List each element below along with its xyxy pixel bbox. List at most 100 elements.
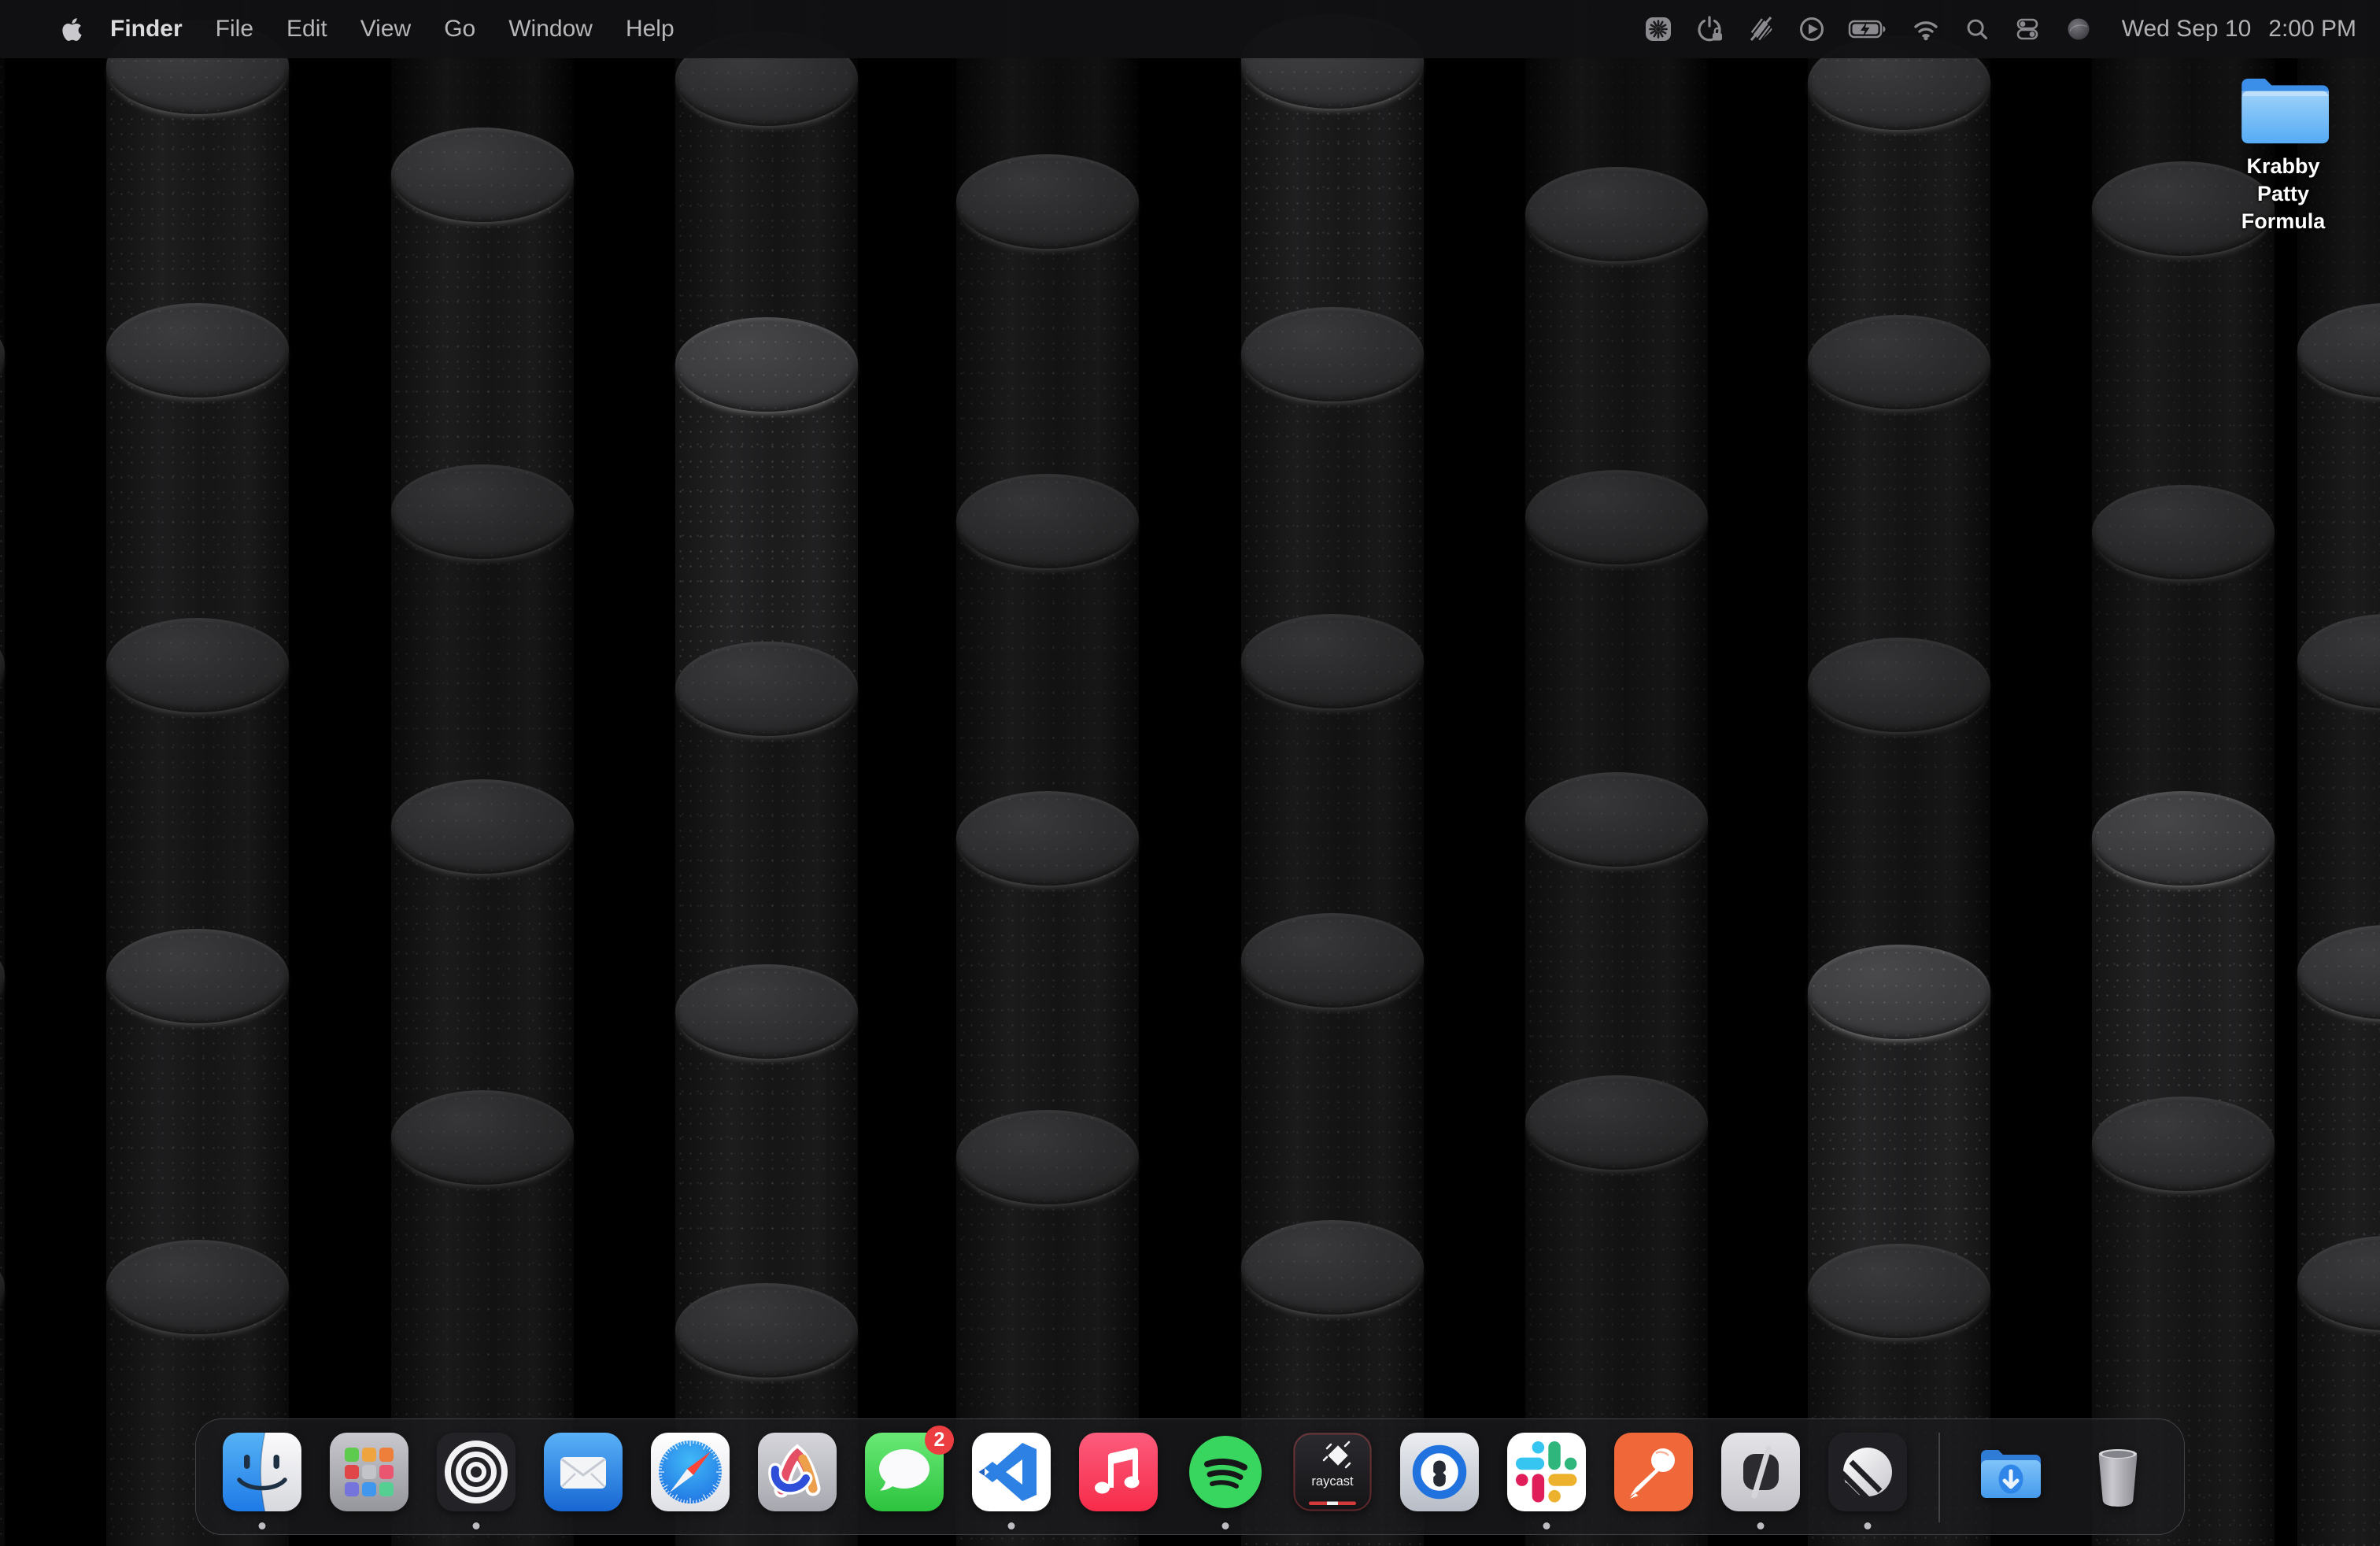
dock-item-spotify[interactable] xyxy=(1186,1433,1265,1511)
dock-item-launchpad[interactable] xyxy=(330,1433,408,1511)
cylinder-segment xyxy=(0,665,5,976)
menu-edit[interactable]: Edit xyxy=(270,16,344,43)
spotify-icon xyxy=(1186,1433,1265,1511)
dock-item-finder[interactable] xyxy=(223,1433,301,1511)
menu-bar-clock[interactable]: Wed Sep 10 2:00 PM xyxy=(2122,16,2356,43)
apple-menu-icon[interactable] xyxy=(61,17,83,43)
vscode-icon xyxy=(972,1433,1051,1511)
dock-item-messages[interactable]: 2 xyxy=(865,1433,944,1511)
cylinder-cap xyxy=(956,154,1139,249)
postman-icon xyxy=(1614,1433,1693,1511)
cylinder-segment xyxy=(1808,362,1990,685)
wallpaper xyxy=(0,0,2380,1546)
wallpaper-cylinder-column xyxy=(1808,0,1990,1546)
dock-item-bullseye-rings[interactable] xyxy=(437,1433,516,1511)
dock-item-safari[interactable] xyxy=(651,1433,730,1511)
menu-finder[interactable]: Finder xyxy=(94,16,199,43)
cylinder-cap xyxy=(1525,167,1708,261)
dia-icon xyxy=(1721,1433,1800,1511)
notification-badge: 2 xyxy=(925,1426,954,1455)
wallpaper-cylinder-column xyxy=(106,0,289,1546)
battery-charging-status-icon[interactable] xyxy=(1847,13,1890,45)
now-playing-status-icon[interactable] xyxy=(1796,13,1828,45)
dock-divider xyxy=(1938,1433,1940,1522)
menu-bar-time: 2:00 PM xyxy=(2268,16,2356,43)
cylinder-cap xyxy=(675,642,858,736)
cylinder-cap xyxy=(2092,1097,2275,1191)
dock-item-slack[interactable] xyxy=(1507,1433,1586,1511)
cylinder-cap xyxy=(1808,315,1990,409)
starburst-status-icon[interactable] xyxy=(1643,13,1674,45)
menu-file[interactable]: File xyxy=(199,16,270,43)
menu-bar-menus: FinderFileEditViewGoWindowHelp xyxy=(94,16,691,43)
cylinder-cap xyxy=(675,1283,858,1378)
dock-item-downloads-folder[interactable] xyxy=(1972,1433,2050,1511)
cylinder-cap xyxy=(106,929,289,1023)
dock-item-dia[interactable] xyxy=(1721,1433,1800,1511)
raycast-icon: raycast xyxy=(1293,1433,1372,1511)
downloads-folder-icon xyxy=(1972,1433,2050,1511)
dock-item-mail[interactable] xyxy=(544,1433,623,1511)
hatched-mute-status-icon[interactable] xyxy=(1745,13,1776,45)
cylinder-cap xyxy=(391,1090,574,1185)
cylinder-cap xyxy=(1808,1244,1990,1338)
cylinder-cap xyxy=(106,1240,289,1334)
cylinder-segment xyxy=(675,364,858,689)
dock-item-raycast[interactable]: raycast xyxy=(1293,1433,1372,1511)
folder-icon xyxy=(2238,74,2329,150)
cylinder-segment xyxy=(0,354,5,665)
dock: 2 raycast xyxy=(195,1418,2185,1535)
power-lock-status-icon[interactable] xyxy=(1694,13,1725,45)
cylinder-cap xyxy=(1241,614,1424,708)
folder-label: Krabby Patty Formula xyxy=(2230,153,2337,235)
cylinder-cap xyxy=(106,618,289,712)
dock-item-vscode[interactable] xyxy=(972,1433,1051,1511)
cylinder-cap xyxy=(2092,791,2275,886)
finder-icon xyxy=(223,1433,301,1511)
cylinder-cap xyxy=(1808,638,1990,732)
cylinder-segment xyxy=(2092,209,2275,532)
sphere-status-icon[interactable] xyxy=(2063,13,2094,45)
cylinder-segment xyxy=(0,1287,5,1546)
menu-bar-date: Wed Sep 10 xyxy=(2122,16,2252,43)
cylinder-cap xyxy=(2092,485,2275,579)
menu-help[interactable]: Help xyxy=(609,16,691,43)
1password-icon xyxy=(1400,1433,1479,1511)
cylinder-cap xyxy=(1525,470,1708,564)
dock-item-1password[interactable] xyxy=(1400,1433,1479,1511)
cylinder-cap xyxy=(391,779,574,874)
dock-item-arc-browser[interactable] xyxy=(758,1433,837,1511)
cylinder-segment xyxy=(0,976,5,1287)
cylinder-cap xyxy=(391,464,574,559)
safari-icon xyxy=(651,1433,730,1511)
mail-icon xyxy=(544,1433,623,1511)
cylinder-cap xyxy=(956,474,1139,568)
running-indicator-dot xyxy=(1864,1522,1872,1529)
cylinder-cap xyxy=(675,317,858,412)
cylinder-cap xyxy=(956,1110,1139,1204)
wifi-status-icon[interactable] xyxy=(1909,13,1942,45)
cylinder-cap xyxy=(1525,1075,1708,1170)
running-indicator-dot xyxy=(473,1522,480,1529)
dock-item-apple-music[interactable] xyxy=(1079,1433,1158,1511)
cylinder-cap xyxy=(106,303,289,398)
trash-empty-icon xyxy=(2079,1433,2157,1511)
cylinder-segment xyxy=(391,175,574,512)
spotlight-search-status-icon[interactable] xyxy=(1962,13,1992,45)
control-center-status-icon[interactable] xyxy=(2012,13,2043,45)
dock-item-postman[interactable] xyxy=(1614,1433,1693,1511)
svg-text:raycast: raycast xyxy=(1311,1474,1354,1489)
menu-go[interactable]: Go xyxy=(427,16,492,43)
cylinder-cap xyxy=(1241,307,1424,401)
launchpad-icon xyxy=(330,1433,408,1511)
running-indicator-dot xyxy=(259,1522,266,1529)
wallpaper-cylinder-column xyxy=(1241,0,1424,1546)
desktop-folder-krabby-patty-formula[interactable]: Krabby Patty Formula xyxy=(2230,74,2337,235)
menu-window[interactable]: Window xyxy=(492,16,609,43)
dock-item-linear[interactable] xyxy=(1828,1433,1907,1511)
menu-view[interactable]: View xyxy=(344,16,427,43)
dock-item-trash-empty[interactable] xyxy=(2079,1433,2157,1511)
bullseye-rings-icon xyxy=(437,1433,516,1511)
menu-bar-status-area: Wed Sep 10 2:00 PM xyxy=(1643,13,2380,45)
cylinder-segment xyxy=(675,689,858,1012)
